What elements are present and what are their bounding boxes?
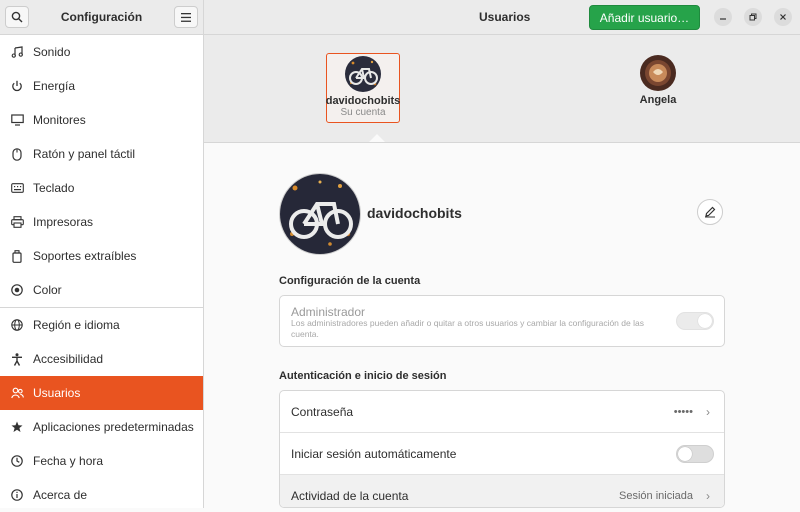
removable-media-icon [10, 249, 24, 263]
auth-title: Autenticación e inicio de sesión [279, 370, 447, 382]
autologin-switch[interactable] [676, 445, 714, 463]
sidebar-item-label: Fecha y hora [33, 454, 104, 468]
admin-switch[interactable] [676, 312, 714, 330]
auth-frame: Contraseña ••••• › Iniciar sesión automá… [279, 390, 725, 508]
user-card-angela[interactable]: Angela [621, 53, 695, 123]
sidebar-item-color[interactable]: Color [0, 273, 203, 307]
menu-button[interactable] [173, 6, 198, 28]
sidebar-item-teclado[interactable]: Teclado [0, 171, 203, 205]
close-icon [780, 14, 786, 20]
sidebar-item-energia[interactable]: Energía [0, 69, 203, 103]
minimize-button[interactable] [714, 8, 732, 26]
admin-description: Los administradores pueden añadir o quit… [291, 318, 644, 339]
sidebar-item-label: Ratón y panel táctil [33, 147, 136, 161]
user-name: davidochobits [325, 95, 401, 107]
color-icon [10, 283, 24, 297]
sidebar-item-label: Color [33, 283, 62, 297]
hamburger-icon [180, 12, 191, 22]
switch-knob [678, 447, 692, 461]
password-label: Contraseña [291, 404, 354, 419]
add-user-button[interactable]: Añadir usuario… [589, 5, 700, 30]
sidebar-item-label: Sonido [33, 45, 71, 59]
password-value: ••••• [673, 405, 693, 418]
minimize-icon [720, 18, 726, 20]
search-icon [11, 11, 23, 23]
user-card-davidochobits[interactable]: davidochobits Su cuenta [326, 53, 400, 123]
accessibility-icon [10, 352, 24, 366]
sidebar-item-accesibilidad[interactable]: Accesibilidad [0, 342, 203, 376]
printer-icon [10, 215, 24, 229]
sidebar-item-label: Aplicaciones predeterminadas [33, 420, 194, 434]
admin-frame: Administrador Los administradores pueden… [279, 295, 725, 347]
page-title: Usuarios [479, 10, 531, 24]
sidebar-item-label: Acerca de [33, 488, 88, 502]
star-icon [10, 420, 24, 434]
sidebar-header: Configuración [0, 0, 203, 35]
restore-icon [749, 13, 757, 21]
users-icon [10, 386, 24, 400]
chevron-right-icon: › [706, 489, 710, 503]
switch-knob [698, 314, 712, 328]
activity-label: Actividad de la cuenta [291, 489, 409, 503]
pencil-icon [705, 206, 716, 218]
sidebar-item-raton[interactable]: Ratón y panel táctil [0, 137, 203, 171]
sidebar: Configuración Sonido Energía Monitores R [0, 0, 204, 508]
profile-name: davidochobits [367, 205, 462, 221]
sidebar-item-aplicaciones[interactable]: Aplicaciones predeterminadas [0, 410, 203, 444]
close-button[interactable] [774, 8, 792, 26]
sidebar-item-label: Monitores [33, 113, 86, 127]
chevron-right-icon: › [706, 404, 710, 419]
user-subtitle: Su cuenta [340, 107, 386, 118]
account-settings-title: Configuración de la cuenta [279, 275, 421, 287]
music-note-icon [10, 45, 24, 59]
sidebar-item-label: Soportes extraíbles [33, 249, 137, 263]
sidebar-item-region[interactable]: Región e idioma [0, 308, 203, 342]
sidebar-item-impresoras[interactable]: Impresoras [0, 205, 203, 239]
profile-avatar[interactable] [279, 173, 361, 255]
sidebar-item-fecha[interactable]: Fecha y hora [0, 444, 203, 478]
sidebar-item-label: Usuarios [33, 386, 81, 400]
monitor-icon [10, 113, 24, 127]
info-icon [10, 488, 24, 502]
autologin-label: Iniciar sesión automáticamente [291, 446, 457, 461]
clock-icon [10, 454, 24, 468]
keyboard-icon [10, 181, 24, 195]
activity-row[interactable]: Actividad de la cuenta Sesión iniciada › [280, 475, 724, 507]
mouse-icon [10, 147, 24, 161]
sidebar-item-label: Accesibilidad [33, 352, 104, 366]
activity-value: Sesión iniciada [619, 490, 693, 502]
sidebar-item-sonido[interactable]: Sonido [0, 35, 203, 69]
sidebar-item-label: Energía [33, 79, 76, 93]
sidebar-item-soportes[interactable]: Soportes extraíbles [0, 239, 203, 273]
password-row[interactable]: Contraseña ••••• › [280, 391, 724, 433]
power-icon [10, 79, 24, 93]
selection-caret [369, 134, 385, 142]
main-panel: Usuarios Añadir usuario… davidochobits S… [204, 0, 800, 508]
sidebar-item-acerca[interactable]: Acerca de [0, 478, 203, 512]
avatar [640, 55, 676, 91]
sidebar-item-label: Impresoras [33, 215, 94, 229]
users-carousel: davidochobits Su cuenta Angela [204, 35, 800, 143]
globe-icon [10, 318, 24, 332]
autologin-row: Iniciar sesión automáticamente [280, 433, 724, 475]
admin-label: Administrador [291, 305, 366, 319]
edit-name-button[interactable] [697, 199, 723, 225]
sidebar-item-label: Región e idioma [33, 318, 120, 332]
sidebar-item-usuarios[interactable]: Usuarios [0, 376, 203, 410]
user-name: Angela [639, 94, 677, 106]
sidebar-item-monitores[interactable]: Monitores [0, 103, 203, 137]
sidebar-item-label: Teclado [33, 181, 75, 195]
sidebar-title: Configuración [60, 10, 143, 24]
search-button[interactable] [5, 6, 29, 28]
header-bar: Usuarios Añadir usuario… [204, 0, 800, 35]
maximize-button[interactable] [744, 8, 762, 26]
avatar [345, 56, 381, 92]
